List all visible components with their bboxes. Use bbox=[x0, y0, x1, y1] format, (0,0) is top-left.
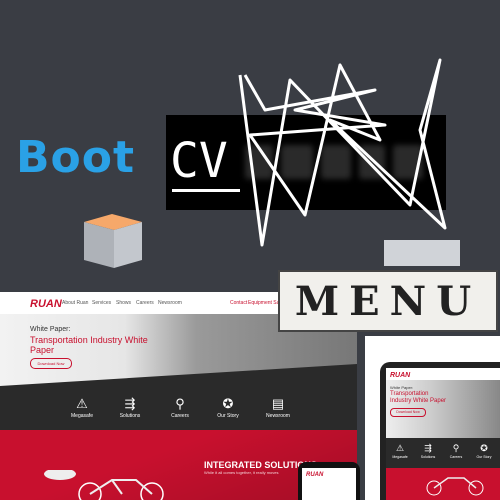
hero-kicker: White Paper: bbox=[30, 326, 71, 333]
nav-newsroom[interactable]: Newsroom bbox=[158, 300, 182, 306]
arrows-icon: ⇶ bbox=[124, 396, 136, 411]
tablet-icon-careers[interactable]: ⚲ Careers bbox=[444, 443, 468, 460]
icon-label: Megasafe bbox=[392, 455, 408, 459]
person-icon: ⚲ bbox=[175, 396, 185, 411]
story-icon: ✪ bbox=[222, 396, 234, 411]
nav-services[interactable]: Services bbox=[92, 300, 111, 306]
tablet-logo[interactable]: RUAN bbox=[390, 372, 410, 379]
cube-icon bbox=[84, 214, 142, 268]
nav-careers[interactable]: Careers bbox=[136, 300, 154, 306]
tablet-kicker: White Paper: bbox=[390, 385, 414, 390]
icon-label: Careers bbox=[171, 413, 189, 419]
cv-underline bbox=[172, 189, 240, 192]
icon-careers[interactable]: ⚲ Careers bbox=[160, 396, 200, 420]
nav-shows[interactable]: Shows bbox=[116, 300, 131, 306]
tablet-bicycle-image bbox=[426, 477, 484, 496]
news-icon: ▤ bbox=[271, 396, 285, 411]
tablet-icon-megasafe[interactable]: ⚠ Megasafe bbox=[388, 443, 412, 460]
icon-megasafe[interactable]: ⚠ Megasafe bbox=[62, 396, 102, 420]
icon-solutions[interactable]: ⇶ Solutions bbox=[110, 396, 150, 420]
boot-logo-text: Boot bbox=[16, 132, 136, 183]
grey-tab bbox=[384, 240, 460, 266]
nav-about[interactable]: About Ruan bbox=[62, 300, 88, 306]
icon-label: Our Story bbox=[476, 455, 492, 459]
warning-icon: ⚠ bbox=[395, 443, 405, 453]
menu-label: MENU bbox=[294, 277, 482, 325]
cv-logo-text: CV bbox=[170, 133, 228, 189]
nav-contact[interactable]: Contact bbox=[230, 300, 247, 306]
icon-our-story[interactable]: ✪ Our Story bbox=[208, 396, 248, 420]
icon-newsroom[interactable]: ▤ Newsroom bbox=[258, 396, 298, 420]
blurred-text bbox=[245, 140, 425, 184]
menu-stamp[interactable]: MENU bbox=[278, 270, 498, 332]
icon-label: Solutions bbox=[119, 413, 141, 419]
icon-label: Careers bbox=[449, 455, 463, 459]
warning-icon: ⚠ bbox=[76, 396, 88, 411]
hero-title: Transportation Industry White Paper bbox=[30, 335, 148, 355]
icon-label: Our Story bbox=[217, 413, 239, 419]
person-icon: ⚲ bbox=[452, 443, 460, 453]
arrows-icon: ⇶ bbox=[424, 443, 432, 453]
icon-label: Megasafe bbox=[71, 413, 93, 419]
tablet-download-button[interactable]: Download Now bbox=[390, 408, 426, 417]
story-icon: ✪ bbox=[480, 443, 488, 453]
icon-label: Newsroom bbox=[266, 413, 290, 419]
site-logo[interactable]: RUAN bbox=[30, 298, 62, 310]
tablet-title: Transportation Industry White Paper bbox=[390, 391, 447, 404]
integrated-subtitle: While it all comes together, it really m… bbox=[204, 470, 279, 475]
tablet-icon-solutions[interactable]: ⇶ Solutions bbox=[416, 443, 440, 460]
phone-logo: RUAN bbox=[306, 472, 324, 478]
bicycle-image bbox=[44, 470, 164, 500]
icon-label: Solutions bbox=[420, 455, 436, 459]
tablet-icon-our-story[interactable]: ✪ Our Story bbox=[472, 443, 496, 460]
